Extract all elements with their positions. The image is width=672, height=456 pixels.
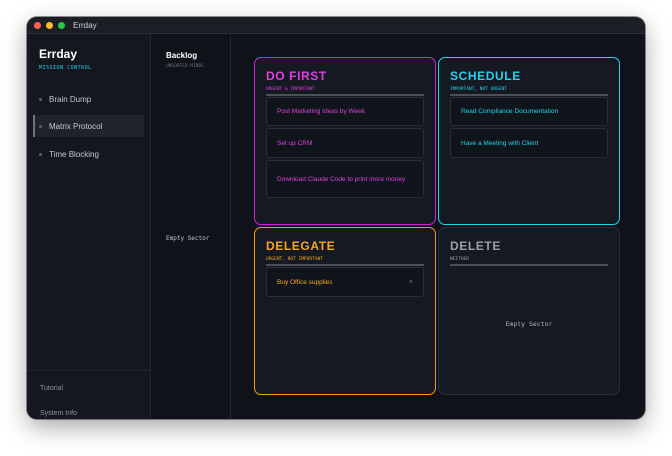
sidebar-item-label: Brain Dump xyxy=(49,94,92,104)
quadrant-title: SCHEDULE xyxy=(450,69,521,83)
task-label: Read Compliance Documentation xyxy=(461,108,559,115)
sidebar-item-label: Time Blocking xyxy=(49,149,99,159)
quadrant-title: DO FIRST xyxy=(266,69,327,83)
close-window-button[interactable] xyxy=(34,21,41,29)
bullet-icon xyxy=(39,124,42,128)
sidebar: Errday MISSION CONTROL Brain Dump Matrix… xyxy=(27,34,151,419)
remove-task-icon[interactable]: × xyxy=(409,279,413,286)
quadrant-schedule[interactable]: SCHEDULE IMPORTANT, NOT URGENT Read Comp… xyxy=(438,57,620,225)
task-label: Have a Meeting with Client xyxy=(461,139,539,147)
quadrant-subtitle: NEITHER xyxy=(450,257,608,266)
quadrant-delegate[interactable]: DELEGATE URGENT, NOT IMPORTANT Buy Offic… xyxy=(254,227,436,395)
sidebar-item-matrix-protocol[interactable]: Matrix Protocol xyxy=(33,115,144,137)
task-card[interactable]: Download Claude Code to print more money xyxy=(266,160,424,198)
task-label: Download Claude Code to print more money xyxy=(277,175,406,183)
task-label: Buy Office supplies xyxy=(277,278,333,286)
backlog-subtitle: UNSORTED MINDS xyxy=(166,64,204,69)
quadrant-do-first[interactable]: DO FIRST URGENT & IMPORTANT Post Marketi… xyxy=(254,57,436,225)
zoom-window-button[interactable] xyxy=(58,21,65,29)
app-name: Errday xyxy=(39,47,78,61)
window-title: Errday xyxy=(73,20,97,30)
quadrant-subtitle: IMPORTANT, NOT URGENT xyxy=(450,87,608,96)
task-label: Post Marketing Ideas by Week xyxy=(277,108,366,115)
sidebar-divider xyxy=(27,370,150,371)
system-info-link[interactable]: System Info xyxy=(40,410,77,417)
sidebar-item-time-blocking[interactable]: Time Blocking xyxy=(33,143,142,165)
bullet-icon xyxy=(39,152,42,156)
quadrant-title: DELEGATE xyxy=(266,239,336,253)
app-window: Errday Errday MISSION CONTROL Brain Dump… xyxy=(27,17,645,419)
task-card[interactable]: Post Marketing Ideas by Week xyxy=(266,97,424,126)
app-subtitle: MISSION CONTROL xyxy=(39,65,92,71)
task-card[interactable]: Read Compliance Documentation xyxy=(450,97,608,126)
sidebar-item-label: Matrix Protocol xyxy=(49,121,103,131)
backlog-empty-label: Empty Sector xyxy=(166,235,210,242)
quadrant-title: DELETE xyxy=(450,239,501,253)
sidebar-item-brain-dump[interactable]: Brain Dump xyxy=(33,88,142,110)
bullet-icon xyxy=(39,97,42,101)
task-card[interactable]: Buy Office supplies × xyxy=(266,267,424,297)
task-card[interactable]: Have a Meeting with Client xyxy=(450,128,608,158)
title-bar: Errday xyxy=(27,17,645,34)
quadrant-subtitle: URGENT & IMPORTANT xyxy=(266,87,424,96)
task-label: Set up CRM xyxy=(277,139,313,147)
backlog-title: Backlog xyxy=(166,51,198,60)
quadrant-empty-label: Empty Sector xyxy=(505,320,553,328)
tutorial-link[interactable]: Tutorial xyxy=(40,385,63,392)
quadrant-delete[interactable]: DELETE NEITHER Empty Sector xyxy=(438,227,620,395)
minimize-window-button[interactable] xyxy=(46,21,53,29)
backlog-panel: Backlog UNSORTED MINDS Empty Sector xyxy=(151,34,231,419)
task-card[interactable]: Set up CRM xyxy=(266,128,424,158)
quadrant-subtitle: URGENT, NOT IMPORTANT xyxy=(266,257,424,266)
